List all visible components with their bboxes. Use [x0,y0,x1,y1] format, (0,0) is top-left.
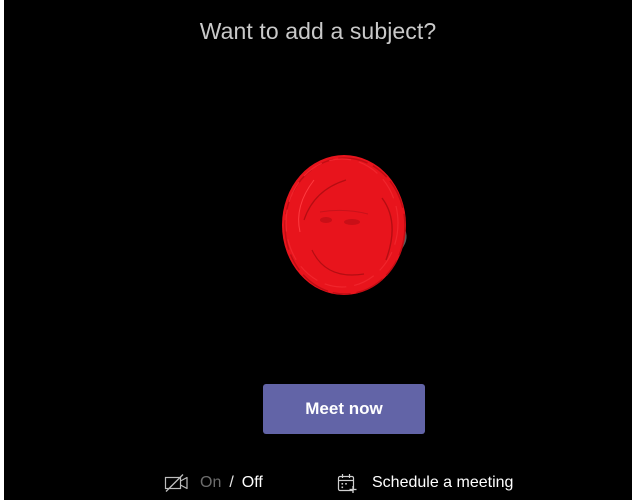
video-toggle-separator: / [229,474,234,491]
bottom-toolbar: On / Off Schedule a meeting [4,468,632,500]
video-off-icon [164,473,190,493]
avatar-icon [282,155,407,295]
schedule-meeting-label: Schedule a meeting [372,474,514,491]
video-on-option[interactable]: On [200,474,221,492]
avatar [274,150,414,300]
schedule-meeting-button[interactable]: Schedule a meeting [336,468,513,498]
meeting-window: Want to add a subject? Meet now On / Off… [0,0,640,500]
calendar-add-icon [336,472,358,494]
video-toggle[interactable]: On / Off [164,468,263,498]
subject-prompt[interactable]: Want to add a subject? [4,18,632,45]
meet-now-button[interactable]: Meet now [263,384,425,434]
meeting-preview-stage: Want to add a subject? Meet now On / Off… [4,0,632,500]
video-off-option[interactable]: Off [242,474,263,492]
